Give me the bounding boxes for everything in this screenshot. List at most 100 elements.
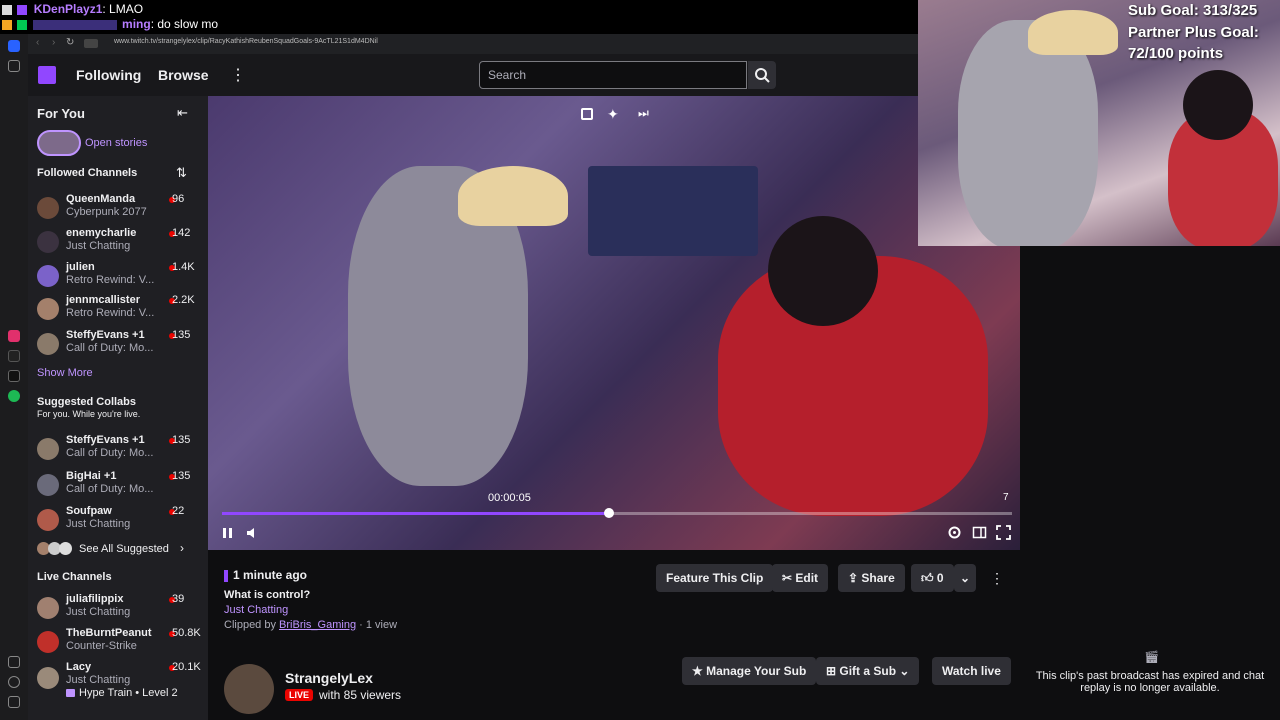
nav-browse-link[interactable]: Browse	[158, 67, 209, 83]
fullscreen-icon[interactable]	[996, 525, 1011, 540]
progress-bar[interactable]	[222, 508, 1012, 518]
viewer-count: 1.4K	[172, 261, 195, 273]
sidebar-channel[interactable]: enemycharlie Just Chatting 142	[28, 227, 208, 259]
open-stories-link[interactable]: Open stories	[85, 137, 147, 149]
sidebar-channel[interactable]: Soufpaw Just Chatting 22	[28, 505, 208, 537]
suggested-collabs-subtitle: For you. While you're live.	[37, 409, 141, 419]
progress-fill	[222, 512, 610, 515]
chat-badge-icon	[2, 19, 12, 30]
channel-game: Call of Duty: Mo...	[66, 342, 154, 354]
avatar	[37, 597, 59, 619]
share-button[interactable]: ⇪ Share	[838, 564, 905, 592]
chat-username: KDenPlayz1	[33, 2, 103, 16]
clip-theatre-icon[interactable]	[581, 108, 593, 120]
tiktok-icon[interactable]	[8, 350, 20, 362]
url-field[interactable]: www.twitch.tv/strangelylex/clip/RacyKath…	[114, 38, 378, 45]
edit-button[interactable]: ✂ Edit	[772, 564, 829, 592]
see-all-suggested-button[interactable]: See All Suggested ›	[37, 541, 202, 557]
sidebar-channel[interactable]: SteffyEvans +1 Call of Duty: Mo... 135	[28, 434, 208, 466]
avatar	[37, 667, 59, 689]
avatar	[37, 474, 59, 496]
sidebar-channel[interactable]: julien Retro Rewind: V... 1.4K	[28, 261, 208, 293]
forward-icon[interactable]: ›	[52, 37, 55, 48]
sidebar-channel[interactable]: juliafilippix Just Chatting 39	[28, 593, 208, 625]
back-icon[interactable]: ‹	[36, 37, 39, 48]
share-icon: ⇪	[848, 571, 862, 585]
channel-game: Call of Duty: Mo...	[66, 447, 154, 459]
nav-following-link[interactable]: Following	[76, 67, 141, 83]
like-button[interactable]: 👍︎ 0	[911, 564, 954, 592]
stream-chat-overlay: KDenPlayz1: LMAO ming: do slow mo	[0, 0, 918, 34]
sub-goal-text: Sub Goal: 313/325	[1128, 2, 1258, 19]
channel-game: Just Chatting	[66, 518, 131, 530]
more-options-icon[interactable]: ⋮	[990, 570, 1004, 587]
gift-sub-button[interactable]: ⊞ Gift a Sub ⌄	[816, 657, 920, 685]
edit-label: Edit	[795, 571, 819, 585]
show-more-link[interactable]: Show More	[37, 367, 93, 379]
followed-channels-heading: Followed Channels	[37, 167, 138, 179]
theatre-mode-icon[interactable]	[972, 525, 987, 540]
viewer-count: 142	[172, 227, 191, 239]
share-label: Share	[861, 571, 895, 585]
instagram-icon[interactable]	[8, 330, 20, 342]
stories-avatar[interactable]	[37, 130, 81, 156]
channel-avatar[interactable]	[224, 664, 274, 714]
avatar	[37, 631, 59, 653]
clip-category-link[interactable]: Just Chatting	[224, 604, 288, 616]
browser-address-bar: ‹ › ↻ www.twitch.tv/strangelylex/clip/Ra…	[28, 34, 918, 54]
sparkle-icon[interactable]: ✦	[607, 106, 619, 123]
skip-icon[interactable]: ⏭	[638, 106, 649, 121]
feature-clip-button[interactable]: Feature This Clip	[656, 564, 774, 592]
manage-sub-button[interactable]: ★ Manage Your Sub	[682, 657, 817, 685]
like-dropdown-button[interactable]: ⌄	[954, 564, 977, 592]
sidebar-channel[interactable]: BigHai +1 Call of Duty: Mo... 135	[28, 470, 208, 502]
history-icon[interactable]	[8, 676, 20, 688]
sidebar-channel[interactable]: QueenManda Cyberpunk 2077 96	[28, 193, 208, 225]
heart-icon[interactable]	[8, 656, 20, 668]
chat-expired-message: This clip's past broadcast has expired a…	[1035, 670, 1265, 694]
chevron-right-icon: ›	[180, 541, 184, 555]
search-icon	[755, 68, 770, 83]
more-icon[interactable]	[8, 696, 20, 708]
progress-scrubber[interactable]	[604, 508, 615, 518]
chat-badge-icon	[17, 4, 28, 15]
channel-name: jennmcallister	[66, 294, 140, 306]
video-player[interactable]: ✦ ⏭ 00:00:05 7	[208, 96, 1020, 550]
spotify-icon[interactable]	[8, 390, 20, 402]
sort-icon[interactable]: ⇅	[176, 165, 187, 181]
pause-icon[interactable]	[221, 526, 235, 540]
channel-viewers: with 85 viewers	[319, 688, 402, 702]
chevron-down-icon: ⌄	[960, 571, 971, 585]
more-options-icon[interactable]: ⋮	[230, 65, 246, 85]
channel-name: SteffyEvans +1	[66, 434, 145, 446]
view-count: · 1 view	[359, 619, 398, 631]
sidebar-channel[interactable]: Lacy Just Chatting 20.1K Hype Train • Le…	[28, 661, 208, 705]
home-icon[interactable]	[8, 40, 20, 52]
collapse-sidebar-icon[interactable]: ⇤	[177, 105, 188, 121]
channel-name: julien	[66, 261, 95, 273]
channel-name[interactable]: StrangelyLex	[285, 670, 373, 686]
star-icon[interactable]	[8, 60, 20, 72]
site-info-icon[interactable]	[84, 39, 98, 48]
reload-icon[interactable]: ↻	[66, 37, 74, 48]
volume-icon[interactable]	[245, 526, 259, 540]
avatar	[37, 333, 59, 355]
viewer-count: 50.8K	[172, 627, 201, 639]
channel-name: BigHai +1	[66, 470, 117, 482]
settings-icon[interactable]	[947, 525, 962, 540]
search-button[interactable]	[748, 61, 776, 89]
x-icon[interactable]	[8, 370, 20, 382]
watch-live-button[interactable]: Watch live	[932, 657, 1011, 685]
twitch-logo-icon[interactable]	[38, 66, 56, 84]
clipper-link[interactable]: BriBris_Gaming	[279, 619, 356, 631]
search-input[interactable]: Search	[479, 61, 747, 89]
avatar	[37, 509, 59, 531]
hype-train-label: Hype Train • Level 2	[79, 687, 178, 699]
viewer-count: 2.2K	[172, 294, 195, 306]
sidebar-channel[interactable]: jennmcallister Retro Rewind: V... 2.2K	[28, 294, 208, 326]
thumbs-up-icon: 👍︎	[921, 571, 937, 585]
sidebar-channel[interactable]: TheBurntPeanut Counter-Strike 50.8K	[28, 627, 208, 659]
avatar	[37, 298, 59, 320]
like-count: 0	[936, 571, 944, 585]
sidebar-channel[interactable]: SteffyEvans +1 Call of Duty: Mo... 135	[28, 329, 208, 361]
